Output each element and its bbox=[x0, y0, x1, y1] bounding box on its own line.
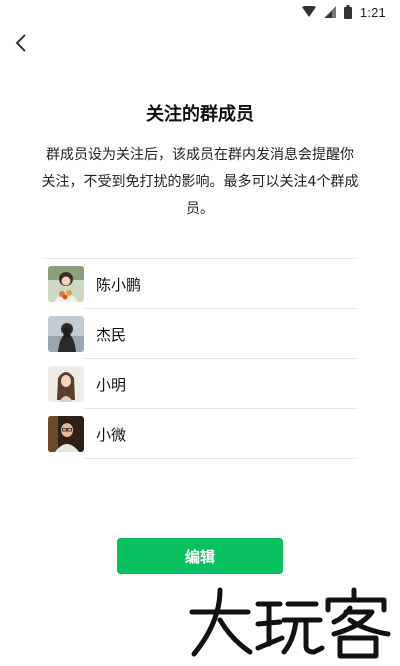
battery-icon bbox=[343, 5, 352, 19]
list-item[interactable]: 陈小鹏 bbox=[42, 259, 358, 309]
status-icons: 1:21 bbox=[301, 3, 386, 21]
divider bbox=[84, 458, 358, 459]
chevron-left-icon bbox=[15, 34, 27, 56]
avatar bbox=[48, 316, 84, 352]
member-list: 陈小鹏 杰民 小明 小微 bbox=[42, 258, 358, 459]
signal-icon bbox=[323, 6, 336, 18]
back-button[interactable] bbox=[8, 32, 34, 58]
wifi-icon bbox=[301, 6, 316, 18]
description-text: 群成员设为关注后，该成员在群内发消息会提醒你关注，不受到免打扰的影响。最多可以关… bbox=[41, 147, 359, 217]
edit-button[interactable]: 编辑 bbox=[117, 538, 283, 574]
list-item[interactable]: 小微 bbox=[42, 409, 358, 459]
watermark-logo bbox=[188, 582, 392, 662]
list-item[interactable]: 杰民 bbox=[42, 309, 358, 359]
avatar bbox=[48, 366, 84, 402]
avatar bbox=[48, 416, 84, 452]
member-name: 杰民 bbox=[96, 325, 127, 344]
member-name: 陈小鹏 bbox=[96, 275, 142, 294]
member-name: 小明 bbox=[96, 375, 127, 394]
status-time: 1:21 bbox=[359, 4, 386, 20]
status-bar: 1:21 bbox=[0, 0, 400, 24]
avatar bbox=[48, 266, 84, 302]
page-title: 关注的群成员 bbox=[146, 104, 254, 125]
screen: 1:21 关注的群成员 群成员设为关注后，该成员在群内发消息会提醒你关注，不受到… bbox=[0, 0, 400, 666]
member-name: 小微 bbox=[96, 425, 127, 444]
list-item[interactable]: 小明 bbox=[42, 359, 358, 409]
